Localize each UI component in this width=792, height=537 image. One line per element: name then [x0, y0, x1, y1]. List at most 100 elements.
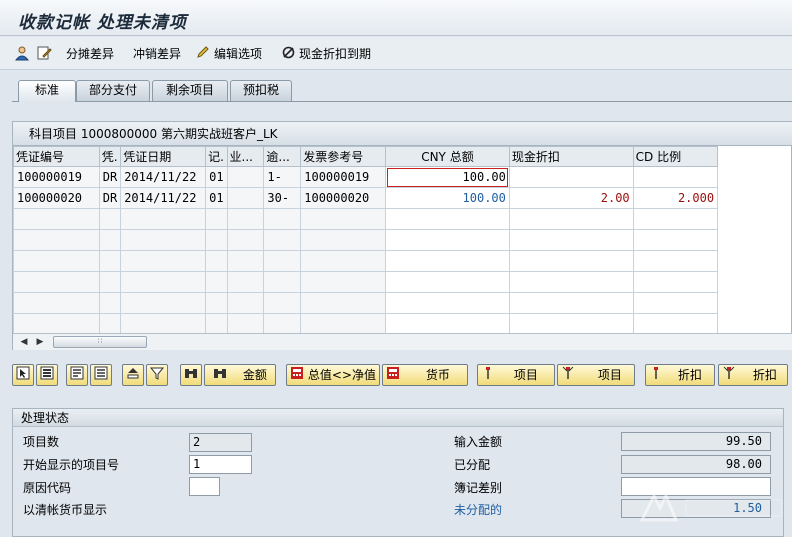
- table-row-empty: [13, 271, 791, 293]
- tab-residual-items[interactable]: 剩余项目: [152, 80, 228, 101]
- binoculars-icon: [184, 366, 198, 386]
- person-button[interactable]: [14, 45, 34, 63]
- table-row-empty: [13, 229, 791, 251]
- scroll-thumb[interactable]: ∷: [53, 336, 147, 348]
- cell-doc-type: DR: [98, 166, 122, 188]
- calculator-icon: [290, 366, 304, 386]
- item-count-label: 项目数: [23, 435, 60, 449]
- filter-button[interactable]: [146, 364, 168, 386]
- pin-icon: [484, 366, 492, 386]
- cell-total[interactable]: 100.00: [385, 187, 510, 209]
- cell-invoice-ref: 100000020: [300, 187, 387, 209]
- grid-title: 科目项目 1000800000 第六期实战班客户_LK: [13, 122, 792, 146]
- pencil-icon: [196, 45, 210, 64]
- editing-options-button[interactable]: 编辑选项: [196, 45, 262, 63]
- open-items-grid: 科目项目 1000800000 第六期实战班客户_LK 凭证编号 凭. 凭证日期…: [12, 121, 792, 350]
- difference-label: 簿记差别: [454, 481, 503, 495]
- deactivate-list-icon: [94, 366, 108, 386]
- col-header-doc-date[interactable]: 凭证日期: [120, 146, 207, 167]
- calculator-icon: [386, 366, 400, 386]
- col-header-business-area[interactable]: 业...: [226, 146, 265, 167]
- cell-doc-date: 2014/11/22: [120, 166, 207, 188]
- title-bar: 收款记帐 处理未清项: [0, 0, 792, 36]
- cell-cash-discount[interactable]: 2.00: [508, 187, 634, 209]
- col-header-filler: [717, 146, 791, 167]
- col-header-posting-key[interactable]: 记.: [205, 146, 228, 167]
- cell-overdue: 30-: [263, 187, 302, 209]
- activate-item-button[interactable]: 项目: [477, 364, 555, 386]
- gross-net-button[interactable]: 总值<>净值: [286, 364, 380, 386]
- col-header-cash-discount[interactable]: 现金折扣: [508, 146, 634, 167]
- select-item-button[interactable]: [12, 364, 34, 386]
- table-header-row: 凭证编号 凭. 凭证日期 记. 业... 逾... 发票参考号 CNY 总额 现…: [13, 146, 791, 167]
- col-header-cd-pct[interactable]: CD 比例: [632, 146, 719, 167]
- cell-filler: [717, 187, 791, 209]
- select-all-icon: [40, 366, 54, 386]
- cell-invoice-ref: 100000019: [300, 166, 387, 188]
- tab-partial-payment[interactable]: 部分支付: [76, 80, 150, 101]
- cell-doc-no: 100000019: [13, 166, 100, 188]
- cell-business-area: [226, 166, 265, 188]
- filter-icon: [149, 366, 165, 386]
- distribute-difference-button[interactable]: 分摊差异: [66, 45, 114, 63]
- table-row[interactable]: 100000020 DR 2014/11/22 01 30- 100000020…: [13, 187, 791, 209]
- currency-label: 货币: [425, 368, 450, 382]
- cell-business-area: [226, 187, 265, 209]
- first-item-input[interactable]: 1: [189, 455, 252, 474]
- gross-net-label: 总值<>净值: [307, 368, 376, 382]
- deactivate-items-button[interactable]: [90, 364, 112, 386]
- unassigned-label: 未分配的: [454, 503, 503, 517]
- cursor-select-icon: [16, 366, 30, 386]
- col-header-total[interactable]: CNY 总额: [385, 146, 510, 167]
- watermark-logo-icon: [639, 492, 783, 522]
- assigned-field: 98.00: [621, 455, 771, 474]
- currency-button[interactable]: 货币: [382, 364, 468, 386]
- col-header-invoice-ref[interactable]: 发票参考号: [300, 146, 387, 167]
- col-header-doc-type[interactable]: 凭.: [98, 146, 122, 167]
- activate-item-label: 项目: [513, 368, 538, 382]
- first-item-label: 开始显示的项目号: [23, 458, 120, 472]
- table-row[interactable]: 100000019 DR 2014/11/22 01 1- 100000019 …: [13, 166, 791, 188]
- tab-standard[interactable]: 标准: [18, 80, 76, 102]
- tab-withholding-tax[interactable]: 预扣税: [230, 80, 292, 101]
- binoculars-icon: [213, 366, 227, 386]
- table-row-empty: [13, 250, 791, 272]
- deactivate-discount-button[interactable]: 折扣: [718, 364, 788, 386]
- horizontal-scrollbar[interactable]: ◀ ▶ ∷: [13, 333, 792, 350]
- cell-cash-discount[interactable]: [508, 166, 634, 188]
- cell-cd-pct[interactable]: 2.000: [632, 187, 719, 209]
- reason-code-input[interactable]: [189, 477, 220, 496]
- processing-status-header: 处理状态: [13, 409, 783, 427]
- search-button[interactable]: [180, 364, 202, 386]
- scroll-left-icon[interactable]: ◀: [17, 335, 31, 349]
- cell-total-selected[interactable]: 100.00: [385, 166, 510, 188]
- application-toolbar: 分摊差异 冲销差异 编辑选项 现金折扣到期: [0, 37, 792, 70]
- write-off-difference-button[interactable]: 冲销差异: [133, 45, 181, 63]
- scroll-right-icon[interactable]: ▶: [33, 335, 47, 349]
- deactivate-item-button[interactable]: 项目: [557, 364, 635, 386]
- deactivate-item-label: 项目: [597, 368, 622, 382]
- reason-code-label: 原因代码: [23, 481, 72, 495]
- search-amount-button[interactable]: 金额: [204, 364, 276, 386]
- cell-doc-no: 100000020: [13, 187, 100, 209]
- activate-items-button[interactable]: [66, 364, 88, 386]
- cash-discount-due-button[interactable]: 现金折扣到期: [282, 45, 371, 63]
- table-row-empty: [13, 208, 791, 230]
- sort-ascending-button[interactable]: [122, 364, 144, 386]
- col-header-doc-no[interactable]: 凭证编号: [13, 146, 100, 167]
- cell-doc-date: 2014/11/22: [120, 187, 207, 209]
- table-row-empty: [13, 292, 791, 314]
- pin-crossed-icon: [723, 366, 735, 386]
- edit-doc-icon: [36, 45, 52, 66]
- cell-overdue: 1-: [263, 166, 302, 188]
- sort-ascending-icon: [126, 366, 140, 386]
- cell-cd-pct[interactable]: [632, 166, 719, 188]
- input-amount-field: 99.50: [621, 432, 771, 451]
- deactivate-discount-label: 折扣: [752, 368, 777, 382]
- edit-document-button[interactable]: [36, 45, 56, 63]
- select-all-button[interactable]: [36, 364, 58, 386]
- editing-options-label: 编辑选项: [214, 47, 263, 61]
- activate-discount-button[interactable]: 折扣: [645, 364, 715, 386]
- cell-filler: [717, 166, 791, 188]
- col-header-overdue[interactable]: 逾...: [263, 146, 302, 167]
